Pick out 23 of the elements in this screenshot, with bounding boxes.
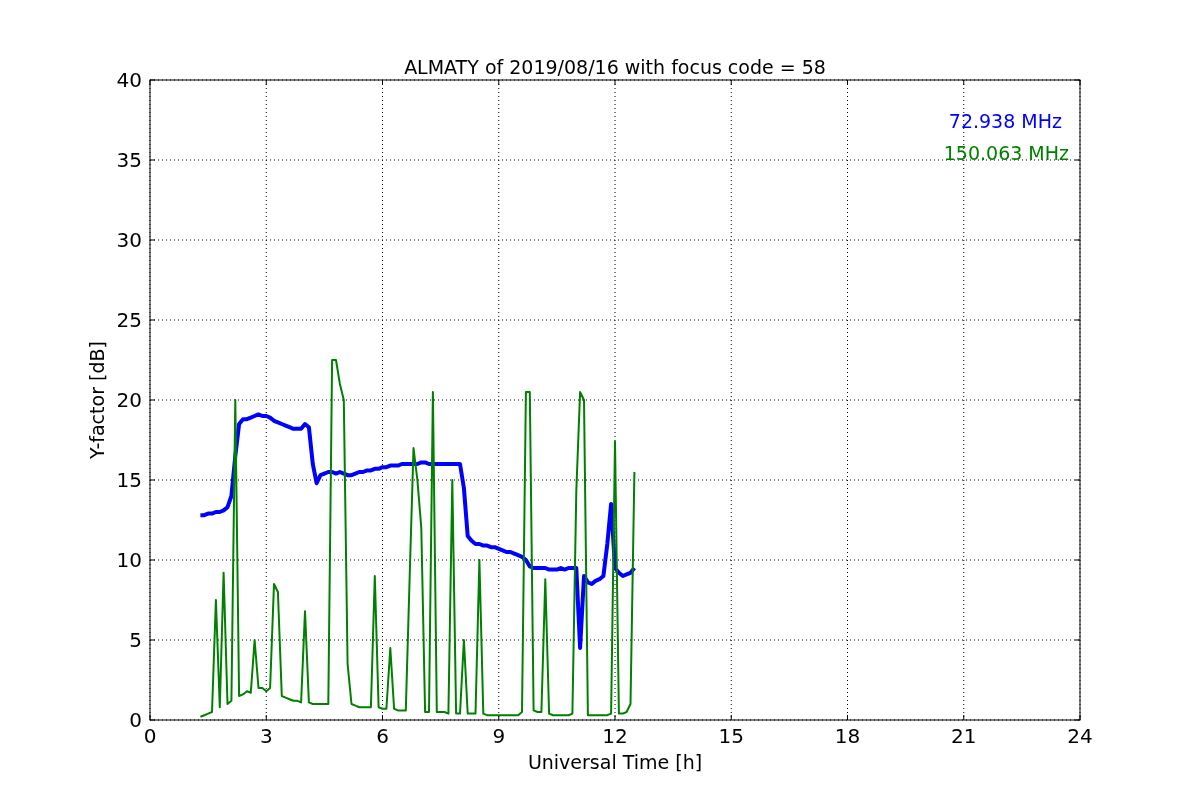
x-tick-label: 12 <box>602 724 628 748</box>
x-tick-label: 15 <box>718 724 744 748</box>
x-tick-label: 21 <box>951 724 977 748</box>
y-axis-label: Y-factor [dB] <box>86 341 108 459</box>
y-tick-label: 10 <box>116 548 142 572</box>
x-tick-label: 18 <box>834 724 861 748</box>
legend-label: 150.063 MHz <box>943 142 1069 164</box>
y-tick-label: 15 <box>116 468 142 492</box>
y-tick-label: 20 <box>116 388 142 412</box>
legend-label: 72.938 MHz <box>948 110 1062 132</box>
y-tick-label: 5 <box>129 628 142 652</box>
y-tick-label: 40 <box>116 68 142 92</box>
y-tick-label: 25 <box>116 308 142 332</box>
x-tick-label: 6 <box>376 724 389 748</box>
x-tick-label: 3 <box>259 724 273 748</box>
x-tick-label: 0 <box>143 724 157 748</box>
y-tick-label: 30 <box>116 228 142 252</box>
x-tick-label: 9 <box>492 724 506 748</box>
x-tick-label: 24 <box>1067 724 1093 748</box>
x-axis-label: Universal Time [h] <box>527 751 703 773</box>
y-tick-label: 0 <box>129 708 142 732</box>
y-tick-label: 35 <box>116 148 142 172</box>
chart-title: ALMATY of 2019/08/16 with focus code = 58 <box>404 56 826 78</box>
